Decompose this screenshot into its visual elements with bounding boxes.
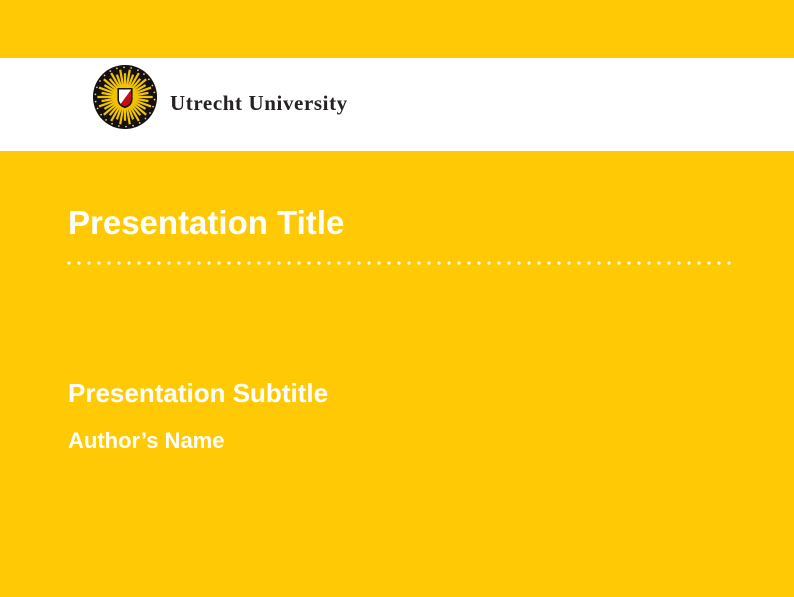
logo-band: Utrecht University [0,58,794,151]
university-wordmark: Utrecht University [170,91,348,116]
dotted-separator [64,260,732,266]
title-slide: Utrecht University Presentation Title Pr… [0,0,794,597]
author-name: Author’s Name [68,428,224,454]
top-accent-band [0,0,794,58]
utrecht-university-logo [92,64,158,130]
presentation-subtitle: Presentation Subtitle [68,378,328,409]
presentation-title: Presentation Title [68,204,344,242]
sunburst-emblem-icon [92,64,158,130]
shield-icon [118,89,132,107]
